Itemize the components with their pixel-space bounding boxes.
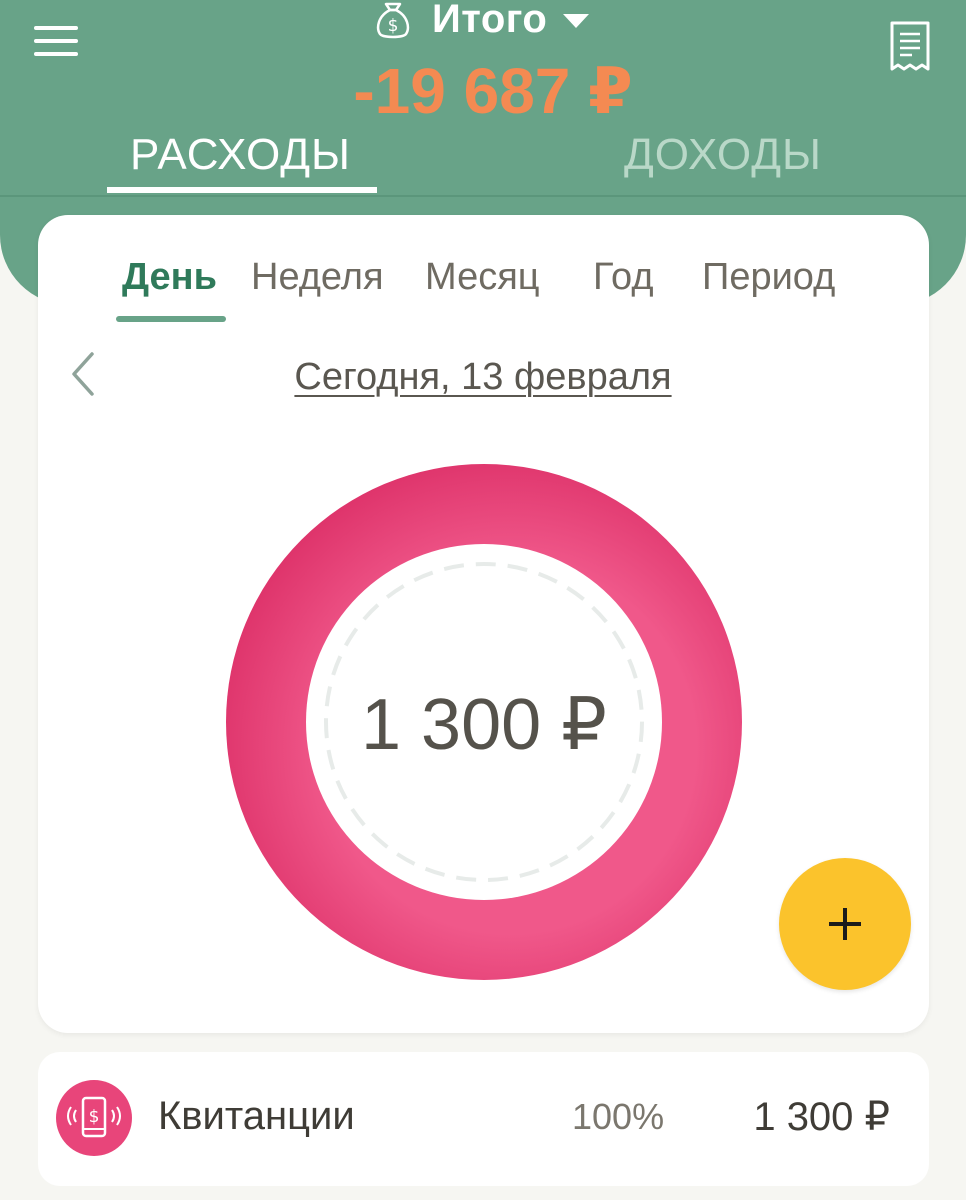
period-tab-custom[interactable]: Период bbox=[702, 256, 835, 299]
category-name: Квитанции bbox=[158, 1094, 355, 1138]
period-tab-day[interactable]: День bbox=[122, 256, 217, 299]
account-selector[interactable]: $ Итого bbox=[370, 0, 590, 44]
phone-payment-icon: $ bbox=[56, 1080, 132, 1156]
svg-text:$: $ bbox=[89, 1107, 100, 1127]
tab-income[interactable]: ДОХОДЫ bbox=[624, 130, 822, 180]
category-amount: 1 300 ₽ bbox=[753, 1095, 890, 1139]
app-screen: $ Итого -19 687 ₽ РАСХОДЫ ДОХОДЫ День Не… bbox=[0, 0, 966, 1200]
header-divider bbox=[0, 195, 966, 197]
caret-down-icon bbox=[563, 14, 590, 28]
donut-center-value: 1 300 ₽ bbox=[361, 685, 607, 765]
total-balance: -19 687 ₽ bbox=[353, 55, 633, 127]
date-selector[interactable]: Сегодня, 13 февраля bbox=[0, 356, 966, 399]
svg-text:$: $ bbox=[388, 16, 399, 36]
period-tab-week[interactable]: Неделя bbox=[251, 256, 384, 299]
money-bag-icon: $ bbox=[376, 2, 410, 39]
page-title: Итого bbox=[432, 0, 548, 41]
period-tab-year[interactable]: Год bbox=[593, 256, 654, 299]
category-percent: 100% bbox=[572, 1096, 665, 1137]
period-tab-indicator bbox=[116, 316, 226, 322]
add-expense-button[interactable] bbox=[779, 858, 911, 990]
tab-expenses[interactable]: РАСХОДЫ bbox=[130, 130, 351, 180]
period-tab-month[interactable]: Месяц bbox=[425, 256, 540, 299]
plus-icon bbox=[829, 908, 861, 940]
active-tab-indicator bbox=[107, 187, 377, 193]
